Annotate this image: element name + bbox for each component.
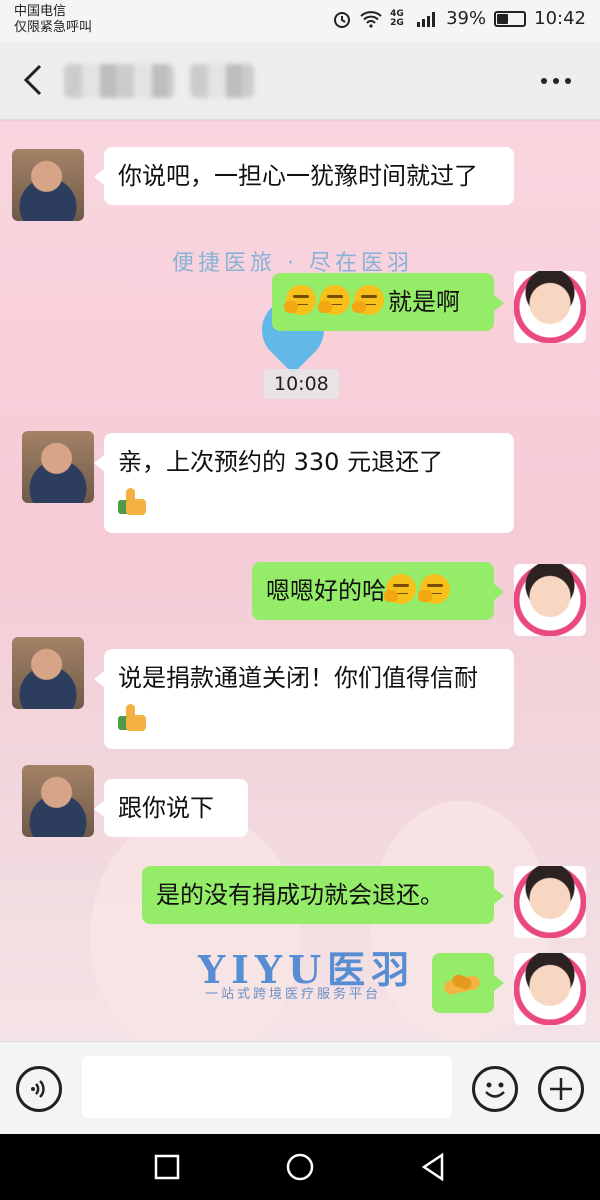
message-bubble-incoming[interactable]: 亲，上次预约的 330 元退还了 (94, 433, 514, 533)
voice-icon[interactable] (16, 1066, 62, 1112)
thumbs-up-emoji (118, 702, 150, 734)
message-text: 说是捐款通道关闭！你们值得信耐 (118, 664, 478, 692)
message-bubble-outgoing[interactable] (432, 953, 504, 1013)
contact-name-blurred-2 (190, 64, 254, 98)
alarm-icon (334, 11, 351, 28)
thumbs-up-emoji (118, 486, 150, 518)
chat-header (0, 42, 600, 120)
message-bubble-incoming[interactable]: 说是捐款通道关闭！你们值得信耐 (94, 649, 514, 749)
message-text: 嗯嗯好的哈 (266, 577, 386, 605)
contact-avatar[interactable] (22, 431, 94, 503)
message-bubble-incoming[interactable]: 你说吧，一担心一犹豫时间就过了 (94, 147, 514, 205)
emoji-icon[interactable] (472, 1066, 518, 1112)
network-type-label: 4G 2G (390, 8, 404, 28)
background-baby-foot (90, 811, 300, 1041)
my-avatar[interactable] (514, 564, 586, 636)
contact-name-blurred (64, 64, 174, 98)
signal-icon (417, 11, 436, 27)
message-input-bar (0, 1041, 600, 1134)
more-dots-icon[interactable] (536, 64, 576, 98)
emergency-only-label: 仅限紧急呼叫 (14, 20, 93, 35)
hmm-face-emoji (418, 574, 450, 604)
message-input[interactable] (82, 1056, 452, 1118)
my-avatar[interactable] (514, 953, 586, 1025)
battery-percent: 39% (446, 8, 487, 29)
system-nav-bar (0, 1134, 600, 1200)
chevron-left-icon[interactable] (16, 60, 52, 100)
status-icons: 4G 2G 39% 10:42 (332, 8, 586, 29)
contact-avatar[interactable] (22, 765, 94, 837)
message-bubble-incoming[interactable]: 跟你说下 (94, 779, 248, 837)
message-bubble-outgoing[interactable]: 是的没有捐成功就会退还。 (142, 866, 504, 924)
message-timestamp: 10:08 (264, 369, 339, 399)
carrier-name: 中国电信 (14, 4, 67, 19)
status-bar: 中国电信 仅限紧急呼叫 4G 2G 39% 10:42 (0, 0, 600, 42)
message-bubble-outgoing[interactable]: 就是啊 (272, 273, 504, 331)
message-text: 亲，上次预约的 330 元退还了 (118, 448, 444, 476)
logo-subtitle: 一站式跨境医疗服务平台 (205, 987, 382, 1002)
home-icon[interactable] (285, 1152, 315, 1182)
hmm-face-emoji (384, 574, 416, 604)
message-text: 跟你说下 (118, 794, 214, 822)
battery-level (497, 13, 509, 24)
back-triangle-icon[interactable] (418, 1152, 448, 1182)
hmm-face-emoji (284, 285, 316, 315)
plus-icon[interactable] (538, 1066, 584, 1112)
battery-icon (494, 10, 527, 27)
message-text: 就是啊 (388, 288, 460, 316)
contact-avatar[interactable] (12, 149, 84, 221)
my-avatar[interactable] (514, 866, 586, 938)
message-bubble-outgoing[interactable]: 嗯嗯好的哈 (252, 562, 504, 620)
carrier-info: 中国电信 仅限紧急呼叫 (14, 4, 92, 36)
recents-icon[interactable] (152, 1152, 182, 1182)
hmm-face-emoji (318, 285, 350, 315)
message-text: 是的没有捐成功就会退还。 (156, 881, 444, 909)
clock: 10:42 (534, 8, 586, 29)
chat-area[interactable]: 便捷医旅 · 尽在医羽 YIYU医羽 一站式跨境医疗服务平台 你说吧，一担心一犹… (0, 121, 600, 1041)
wifi-icon (360, 10, 382, 28)
hmm-face-emoji (352, 285, 384, 315)
handshake-emoji (442, 972, 482, 998)
contact-avatar[interactable] (12, 637, 84, 709)
message-text: 你说吧，一担心一犹豫时间就过了 (118, 162, 478, 190)
my-avatar[interactable] (514, 271, 586, 343)
